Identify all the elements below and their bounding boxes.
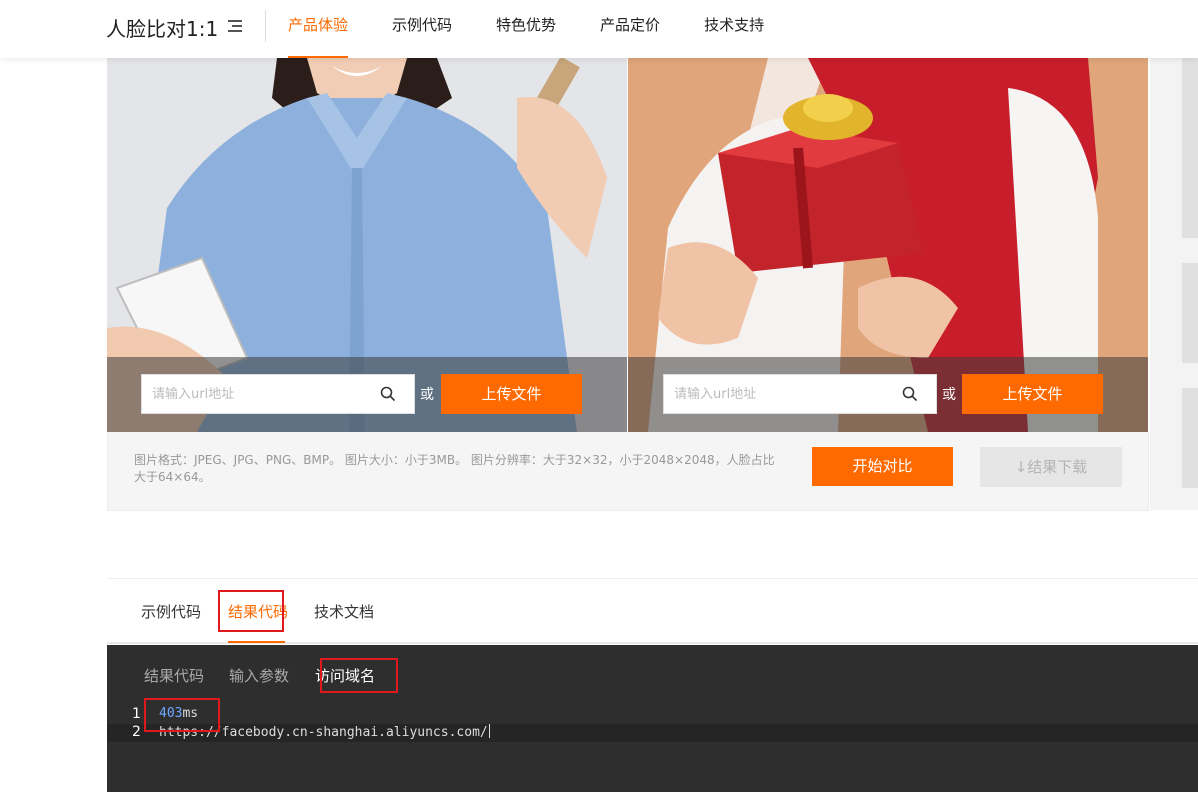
- left-url-input[interactable]: [141, 374, 415, 414]
- code-panel: 结果代码 输入参数 访问域名 1 403ms 2 https://facebod…: [107, 645, 1198, 792]
- code-line: 1 403ms: [107, 706, 1198, 724]
- highlight-box: [320, 658, 398, 693]
- right-side-panel: [1150, 58, 1198, 510]
- right-url-input[interactable]: [663, 374, 937, 414]
- nav-features[interactable]: 特色优势: [496, 0, 556, 58]
- product-title: 人脸比对1:1: [106, 17, 219, 41]
- left-url-field[interactable]: [142, 375, 372, 413]
- download-result-button[interactable]: ↓结果下载: [980, 447, 1122, 487]
- tab-tech-docs[interactable]: 技术文档: [314, 601, 374, 622]
- code-line: 2 https://facebody.cn-shanghai.aliyuncs.…: [107, 724, 1198, 742]
- or-label: 或: [942, 387, 956, 403]
- start-compare-button[interactable]: 开始对比: [812, 447, 953, 486]
- line-number: 2: [132, 724, 141, 740]
- nav-pricing[interactable]: 产品定价: [600, 0, 660, 58]
- right-url-field[interactable]: [664, 375, 894, 413]
- search-icon[interactable]: [380, 386, 396, 402]
- line-number: 1: [132, 706, 141, 722]
- nav-support[interactable]: 技术支持: [704, 0, 764, 58]
- menu-icon[interactable]: [228, 20, 242, 34]
- right-upload-button[interactable]: 上传文件: [962, 374, 1103, 414]
- text-cursor: [488, 724, 490, 738]
- highlight-box: [144, 698, 220, 732]
- side-block: [1182, 138, 1198, 238]
- left-upload-button[interactable]: 上传文件: [441, 374, 582, 414]
- highlight-box: [218, 590, 284, 632]
- nav-product-experience[interactable]: 产品体验: [288, 0, 349, 58]
- side-block: [1182, 388, 1198, 488]
- divider: [265, 10, 266, 42]
- search-icon[interactable]: [902, 386, 918, 402]
- top-navigation-bar: 人脸比对1:1 产品体验 示例代码 特色优势 产品定价 技术支持: [0, 0, 1198, 58]
- main-nav: 产品体验 示例代码 特色优势 产品定价 技术支持: [288, 0, 808, 58]
- tab-sample-code[interactable]: 示例代码: [141, 601, 201, 622]
- nav-sample-code[interactable]: 示例代码: [392, 0, 452, 58]
- info-bar: 图片格式：JPEG、JPG、PNG、BMP。 图片大小：小于3MB。 图片分辨率…: [107, 432, 1149, 511]
- subtab-input-params[interactable]: 输入参数: [229, 665, 289, 686]
- active-tab-indicator: [228, 641, 285, 643]
- or-label: 或: [420, 387, 434, 403]
- image-requirements: 图片格式：JPEG、JPG、PNG、BMP。 图片大小：小于3MB。 图片分辨率…: [134, 453, 775, 484]
- side-block: [1182, 263, 1198, 363]
- subtab-result-code[interactable]: 结果代码: [144, 665, 204, 686]
